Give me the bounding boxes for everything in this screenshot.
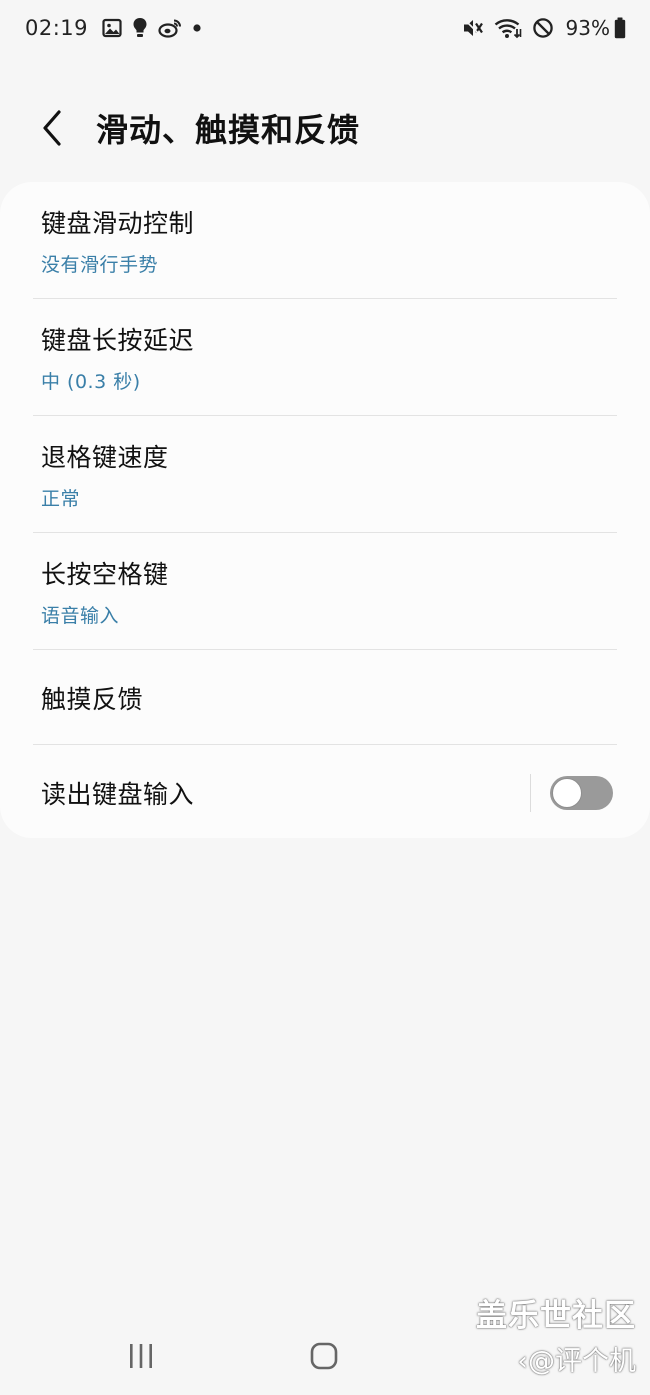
setting-backspace-speed[interactable]: 退格键速度 正常 [0,416,650,533]
setting-keyboard-swipe-control[interactable]: 键盘滑动控制 没有滑行手势 [0,182,650,299]
recent-apps-button[interactable] [111,1336,171,1376]
home-button[interactable] [294,1336,354,1376]
setting-title: 长按空格键 [41,560,169,589]
setting-value: 正常 [41,488,81,510]
recent-apps-icon [130,1344,152,1368]
status-time: 02:19 [25,16,89,40]
home-icon [310,1342,338,1370]
bulb-icon [132,17,148,39]
settings-card: 键盘滑动控制 没有滑行手势 键盘长按延迟 中 (0.3 秒) 退格键速度 正常 … [0,182,650,838]
setting-long-press-delay[interactable]: 键盘长按延迟 中 (0.3 秒) [0,299,650,416]
setting-touch-feedback[interactable]: 触摸反馈 [0,650,650,745]
wifi-icon [494,17,522,39]
status-right: 93% [462,16,626,40]
header: 滑动、触摸和反馈 [0,92,650,164]
battery-icon [614,17,626,39]
setting-value: 没有滑行手势 [41,254,159,276]
status-left: 02:19 [25,16,212,40]
toggle-area [530,773,613,812]
navigation-bar [0,1318,650,1395]
dot-icon [192,23,202,33]
setting-title: 读出键盘输入 [41,779,195,809]
toggle-knob [552,777,582,808]
setting-read-keyboard-input[interactable]: 读出键盘输入 [0,745,650,838]
chevron-left-icon [43,110,61,146]
screen: 02:19 93% 滑动、触摸和反馈 键盘滑动控制 没有滑行手势 键盘长按延迟 … [0,0,650,1395]
status-bar: 02:19 93% [0,0,650,56]
setting-title: 键盘滑动控制 [41,209,195,238]
back-button[interactable] [18,92,90,164]
mute-icon [462,17,484,39]
gallery-icon [102,18,122,38]
setting-value: 中 (0.3 秒) [41,371,141,393]
battery-percent: 93% [565,16,610,40]
setting-title: 触摸反馈 [41,684,144,714]
setting-value: 语音输入 [41,605,120,627]
dnd-icon [532,17,554,39]
page-title: 滑动、触摸和反馈 [96,111,361,149]
setting-long-press-space[interactable]: 长按空格键 语音输入 [0,533,650,650]
read-keyboard-input-toggle[interactable] [550,775,613,810]
setting-title: 键盘长按延迟 [41,326,195,355]
vertical-separator [530,773,531,812]
setting-title: 退格键速度 [41,443,169,472]
weibo-icon [158,18,182,38]
